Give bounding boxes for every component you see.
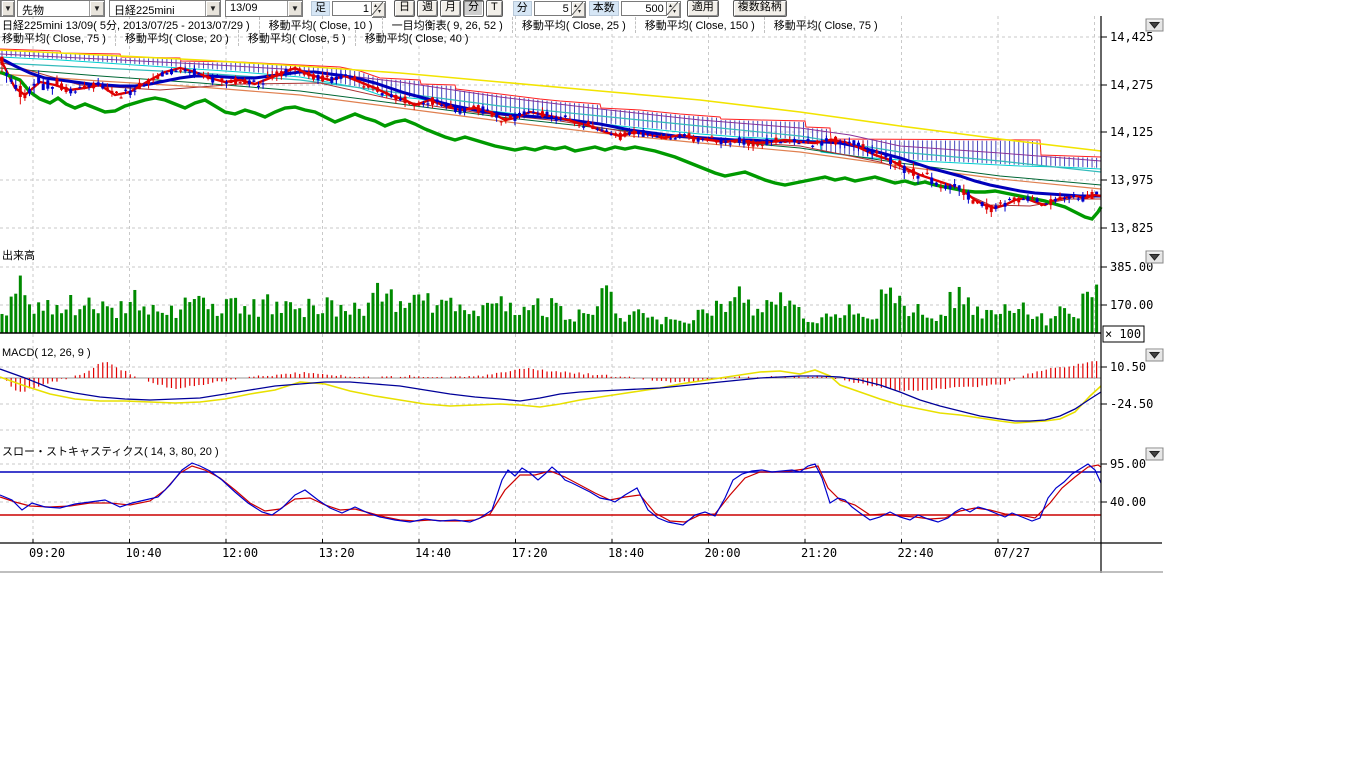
stochastics-panel-title: スロー・ストキャスティクス( 14, 3, 80, 20 ) (2, 443, 219, 459)
market-select-value: 先物 (18, 1, 89, 16)
spinner-icon[interactable] (667, 1, 681, 18)
contract-month-select[interactable]: 13/09 ▼ (225, 0, 303, 17)
chart-canvas[interactable]: 14,42514,27514,12513,97513,825385.00170.… (0, 0, 1366, 585)
time-axis-label: 10:40 (125, 546, 161, 560)
volume-panel-title: 出来高 (2, 247, 35, 263)
y-axis-tick-label: 14,125 (1110, 125, 1153, 139)
timeframe-week-button[interactable]: 週 (417, 0, 438, 17)
y-axis-labels: 14,42514,27514,12513,97513,825385.00170.… (1101, 30, 1153, 509)
y-axis-tick-label: 13,975 (1110, 173, 1153, 187)
macd-panel-title: MACD( 12, 26, 9 ) (2, 347, 91, 359)
bar-count-stepper[interactable]: 500 (621, 1, 681, 16)
y-axis-tick-label: 14,425 (1110, 30, 1153, 44)
spinner-icon[interactable] (372, 1, 386, 18)
timeframe-day-button[interactable]: 日 (394, 0, 415, 17)
timeframe-month-button[interactable]: 月 (440, 0, 461, 17)
indicator-label: 移動平均( Close, 20 ) (115, 30, 238, 46)
time-axis-label: 17:20 (511, 546, 547, 560)
time-axis-labels: 09:20 10:40 12:00 13:20 14:40 17:20 18:40 20:00… (29, 539, 1030, 560)
y-axis-tick-label: 40.00 (1110, 495, 1146, 509)
y-axis-tick-label: 13,825 (1110, 221, 1153, 235)
timeframe-minute-button[interactable]: 分 (463, 0, 484, 17)
volume-multiplier-box: × 100 (1103, 326, 1144, 342)
volume-multiplier-label: × 100 (1105, 327, 1141, 341)
time-axis-label: 14:40 (415, 546, 451, 560)
panel-dropdown-button[interactable] (1146, 448, 1163, 460)
chart-application: 14,42514,27514,12513,97513,825385.00170.… (0, 0, 1366, 768)
bar-interval-stepper[interactable]: 1 (332, 1, 386, 16)
bar-count-label: 本数 (589, 1, 619, 16)
bar-count-value[interactable]: 500 (621, 1, 667, 16)
contract-month-value: 13/09 (226, 1, 287, 16)
panel-dropdown-button[interactable] (1146, 251, 1163, 263)
time-axis-label: 21:20 (801, 546, 837, 560)
symbol-select[interactable]: 日経225mini ▼ (109, 0, 221, 17)
symbol-select-value: 日経225mini (110, 1, 205, 16)
bar-interval-value[interactable]: 1 (332, 1, 372, 16)
time-axis-label: 13:20 (318, 546, 354, 560)
indicator-label: 移動平均( Close, 75 ) (764, 17, 887, 33)
indicator-label: 移動平均( Close, 40 ) (355, 30, 478, 46)
grid-lines (0, 16, 1101, 543)
time-axis-label: 18:40 (608, 546, 644, 560)
chevron-down-icon[interactable]: ▼ (1, 1, 14, 16)
timeframe-tick-button[interactable]: T (486, 0, 503, 17)
overlay-lines (0, 50, 1101, 219)
multi-symbol-button[interactable]: 複数銘柄 (733, 0, 787, 17)
minute-value[interactable]: 5 (534, 1, 572, 16)
minute-stepper[interactable]: 5 (534, 1, 586, 16)
time-axis-label: 20:00 (704, 546, 740, 560)
macd-panel (0, 361, 1101, 423)
axes (0, 16, 1163, 573)
y-axis-tick-label: 10.50 (1110, 360, 1146, 374)
indicator-legend-row-2: 移動平均( Close, 75 ) 移動平均( Close, 20 ) 移動平均… (2, 30, 478, 46)
panel-dropdown-button[interactable] (1146, 19, 1163, 31)
indicator-label: 移動平均( Close, 5 ) (238, 30, 355, 46)
time-axis-label: 07/27 (994, 546, 1030, 560)
chevron-down-icon[interactable]: ▼ (89, 1, 104, 16)
indicator-label: 移動平均( Close, 25 ) (512, 17, 635, 33)
toolbar: ▼ 先物 ▼ 日経225mini ▼ 13/09 ▼ 足 1 日 週 (0, 0, 1366, 17)
ichimoku-cloud (0, 49, 1101, 169)
apply-button[interactable]: 適用 (687, 0, 719, 17)
chevron-down-icon[interactable]: ▼ (287, 1, 302, 16)
bar-type-label: 足 (311, 1, 330, 16)
y-axis-tick-label: 170.00 (1110, 298, 1153, 312)
market-select[interactable]: 先物 ▼ (17, 0, 105, 17)
time-axis-label: 09:20 (29, 546, 65, 560)
y-axis-tick-label: 14,275 (1110, 78, 1153, 92)
time-axis-label: 12:00 (222, 546, 258, 560)
y-axis-tick-label: -24.50 (1110, 397, 1153, 411)
minute-label: 分 (513, 1, 532, 16)
y-axis-tick-label: 95.00 (1110, 457, 1146, 471)
spinner-icon[interactable] (572, 1, 586, 18)
indicator-label: 移動平均( Close, 75 ) (2, 30, 115, 46)
combo-stub[interactable]: ▼ (0, 0, 15, 17)
volume-bars (0, 276, 1101, 333)
time-axis-label: 22:40 (897, 546, 933, 560)
panel-dropdown-button[interactable] (1146, 349, 1163, 361)
chevron-down-icon[interactable]: ▼ (205, 1, 220, 16)
stochastics-panel (0, 463, 1101, 525)
indicator-label: 移動平均( Close, 150 ) (635, 17, 764, 33)
